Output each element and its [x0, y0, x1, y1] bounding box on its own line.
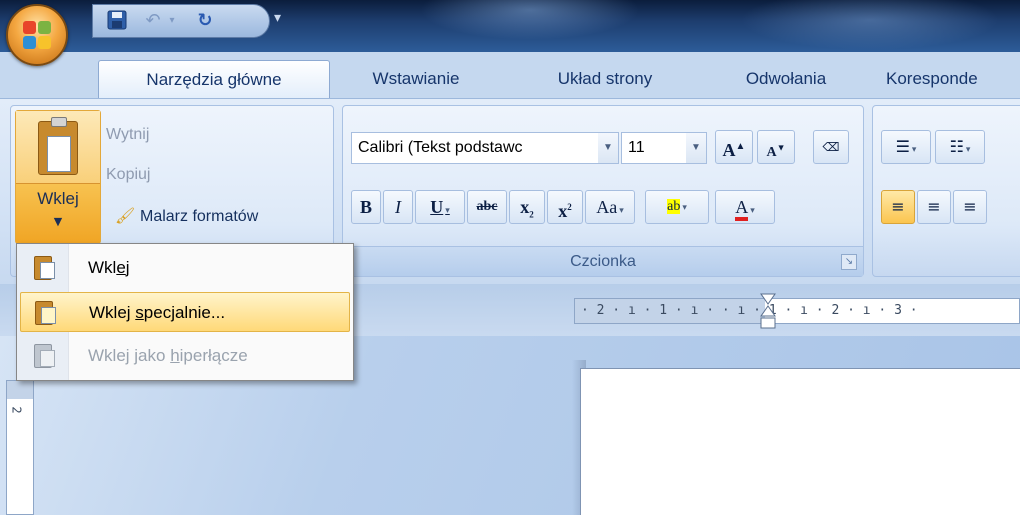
cut-label: Wytnij	[106, 126, 150, 143]
chevron-down-icon: ▼	[53, 215, 63, 228]
menu-item-label: Wklej	[88, 258, 130, 277]
title-glow	[420, 0, 640, 40]
paste-hyperlink-icon	[34, 342, 60, 370]
italic-icon: I	[395, 197, 401, 217]
shrink-font-icon: A▼	[766, 142, 786, 160]
underline-icon: U	[430, 197, 444, 217]
undo-dropdown-icon[interactable]: ▾	[165, 9, 179, 33]
font-group: Calibri (Tekst podstawc ▼ 11 ▼ A▲ A▼ ⌫ B…	[342, 105, 864, 277]
bullet-list-icon: ☰	[895, 137, 910, 156]
chevron-down-icon[interactable]: ▼	[686, 133, 706, 163]
strikethrough-button[interactable]: abc	[467, 190, 507, 224]
highlighter-icon: ab	[667, 199, 681, 214]
menu-item-paste-as-hyperlink[interactable]: Wklej jako hiperłącze	[20, 336, 350, 376]
brush-icon: 🖌	[115, 208, 136, 225]
subscript-button[interactable]: x2	[509, 190, 545, 224]
shrink-font-button[interactable]: A▼	[757, 130, 795, 164]
bullets-button[interactable]: ☰ ▾	[881, 130, 931, 164]
redo-icon[interactable]: ↻	[193, 9, 217, 33]
ruler-ticks: · 2 · ı · 1 · ı · · ı · 1 · ı · 2 · ı · …	[581, 303, 918, 318]
quick-access-toolbar: ↶ ▾ ↻	[92, 4, 270, 38]
document-page[interactable]	[580, 368, 1020, 515]
numbered-list-icon: ☷	[949, 137, 964, 156]
clear-formatting-button[interactable]: ⌫	[813, 130, 849, 164]
grow-font-button[interactable]: A▲	[715, 130, 753, 164]
font-color-button[interactable]: A ▾	[715, 190, 775, 224]
tab-home[interactable]: Narzędzia główne	[98, 60, 330, 98]
format-painter-label: Malarz formatów	[140, 208, 259, 225]
title-glow	[740, 0, 1000, 50]
paste-icon	[34, 254, 60, 282]
strikethrough-icon: abc	[476, 199, 498, 214]
menu-item-paste-special[interactable]: Wklej specjalnie...	[20, 292, 350, 332]
font-name-value: Calibri (Tekst podstawc	[358, 139, 523, 156]
grow-font-icon: A▲	[722, 140, 746, 160]
font-size-value: 11	[628, 139, 645, 156]
change-case-icon: Aa	[596, 197, 618, 217]
italic-button[interactable]: I	[383, 190, 413, 224]
copy-label: Kopiuj	[106, 166, 151, 183]
font-name-combo[interactable]: Calibri (Tekst podstawc ▼	[351, 132, 619, 164]
vertical-ruler-number: 2	[9, 406, 24, 414]
align-right-button[interactable]: ≡	[953, 190, 987, 224]
menu-item-paste[interactable]: Wklej	[20, 248, 350, 288]
save-icon[interactable]	[105, 9, 129, 33]
bold-button[interactable]: B	[351, 190, 381, 224]
ribbon-tabs: Narzędzia główne Wstawianie Układ strony…	[0, 52, 1020, 100]
paste-dropdown-menu: Wklej Wklej specjalnie... Wklej jako hip…	[16, 243, 354, 381]
align-center-icon: ≡	[927, 197, 941, 216]
align-right-icon: ≡	[963, 197, 977, 216]
paste-button-top[interactable]	[16, 111, 100, 183]
align-left-icon: ≡	[891, 197, 905, 216]
superscript-button[interactable]: x2	[547, 190, 583, 224]
tab-mailings[interactable]: Koresponde	[886, 60, 1020, 98]
align-left-button[interactable]: ≡	[881, 190, 915, 224]
undo-icon[interactable]: ↶	[141, 9, 165, 33]
format-painter-button[interactable]: 🖌 Malarz formatów	[115, 206, 258, 226]
menu-item-label: Wklej jako hiperłącze	[88, 346, 248, 365]
bold-icon: B	[359, 197, 372, 217]
customize-qat-icon[interactable]: ▾	[274, 10, 286, 30]
dialog-launcher-icon[interactable]: ↘	[841, 254, 857, 270]
paste-special-icon	[35, 299, 61, 327]
font-group-label: Czcionka	[343, 246, 863, 276]
numbering-button[interactable]: ☷ ▾	[935, 130, 985, 164]
highlight-button[interactable]: ab ▾	[645, 190, 709, 224]
underline-button[interactable]: U ▾	[415, 190, 465, 224]
font-size-combo[interactable]: 11 ▼	[621, 132, 707, 164]
align-center-button[interactable]: ≡	[917, 190, 951, 224]
vertical-ruler[interactable]: 2	[6, 380, 34, 515]
tab-page-layout[interactable]: Układ strony	[520, 60, 690, 98]
menu-item-label: Wklej specjalnie...	[89, 303, 226, 322]
tab-references[interactable]: Odwołania	[716, 60, 856, 98]
office-logo-icon	[23, 21, 53, 51]
tab-insert[interactable]: Wstawianie	[346, 60, 486, 98]
indent-marker-icon[interactable]	[760, 292, 776, 334]
horizontal-ruler[interactable]: · 2 · ı · 1 · ı · · ı · 1 · ı · 2 · ı · …	[574, 298, 1020, 324]
office-button[interactable]	[6, 4, 68, 66]
font-color-icon: A	[735, 197, 749, 221]
paste-button[interactable]: Wklej ▼	[15, 110, 101, 245]
superscript-icon: x2	[558, 201, 572, 221]
paragraph-group: ☰ ▾ ☷ ▾ ≡ ≡ ≡	[872, 105, 1020, 277]
change-case-button[interactable]: Aa ▾	[585, 190, 635, 224]
subscript-icon: x2	[520, 197, 534, 220]
chevron-down-icon[interactable]: ▼	[598, 133, 618, 163]
paste-label: Wklej	[37, 189, 79, 208]
clipboard-icon	[38, 117, 78, 175]
eraser-icon: ⌫	[822, 140, 840, 154]
